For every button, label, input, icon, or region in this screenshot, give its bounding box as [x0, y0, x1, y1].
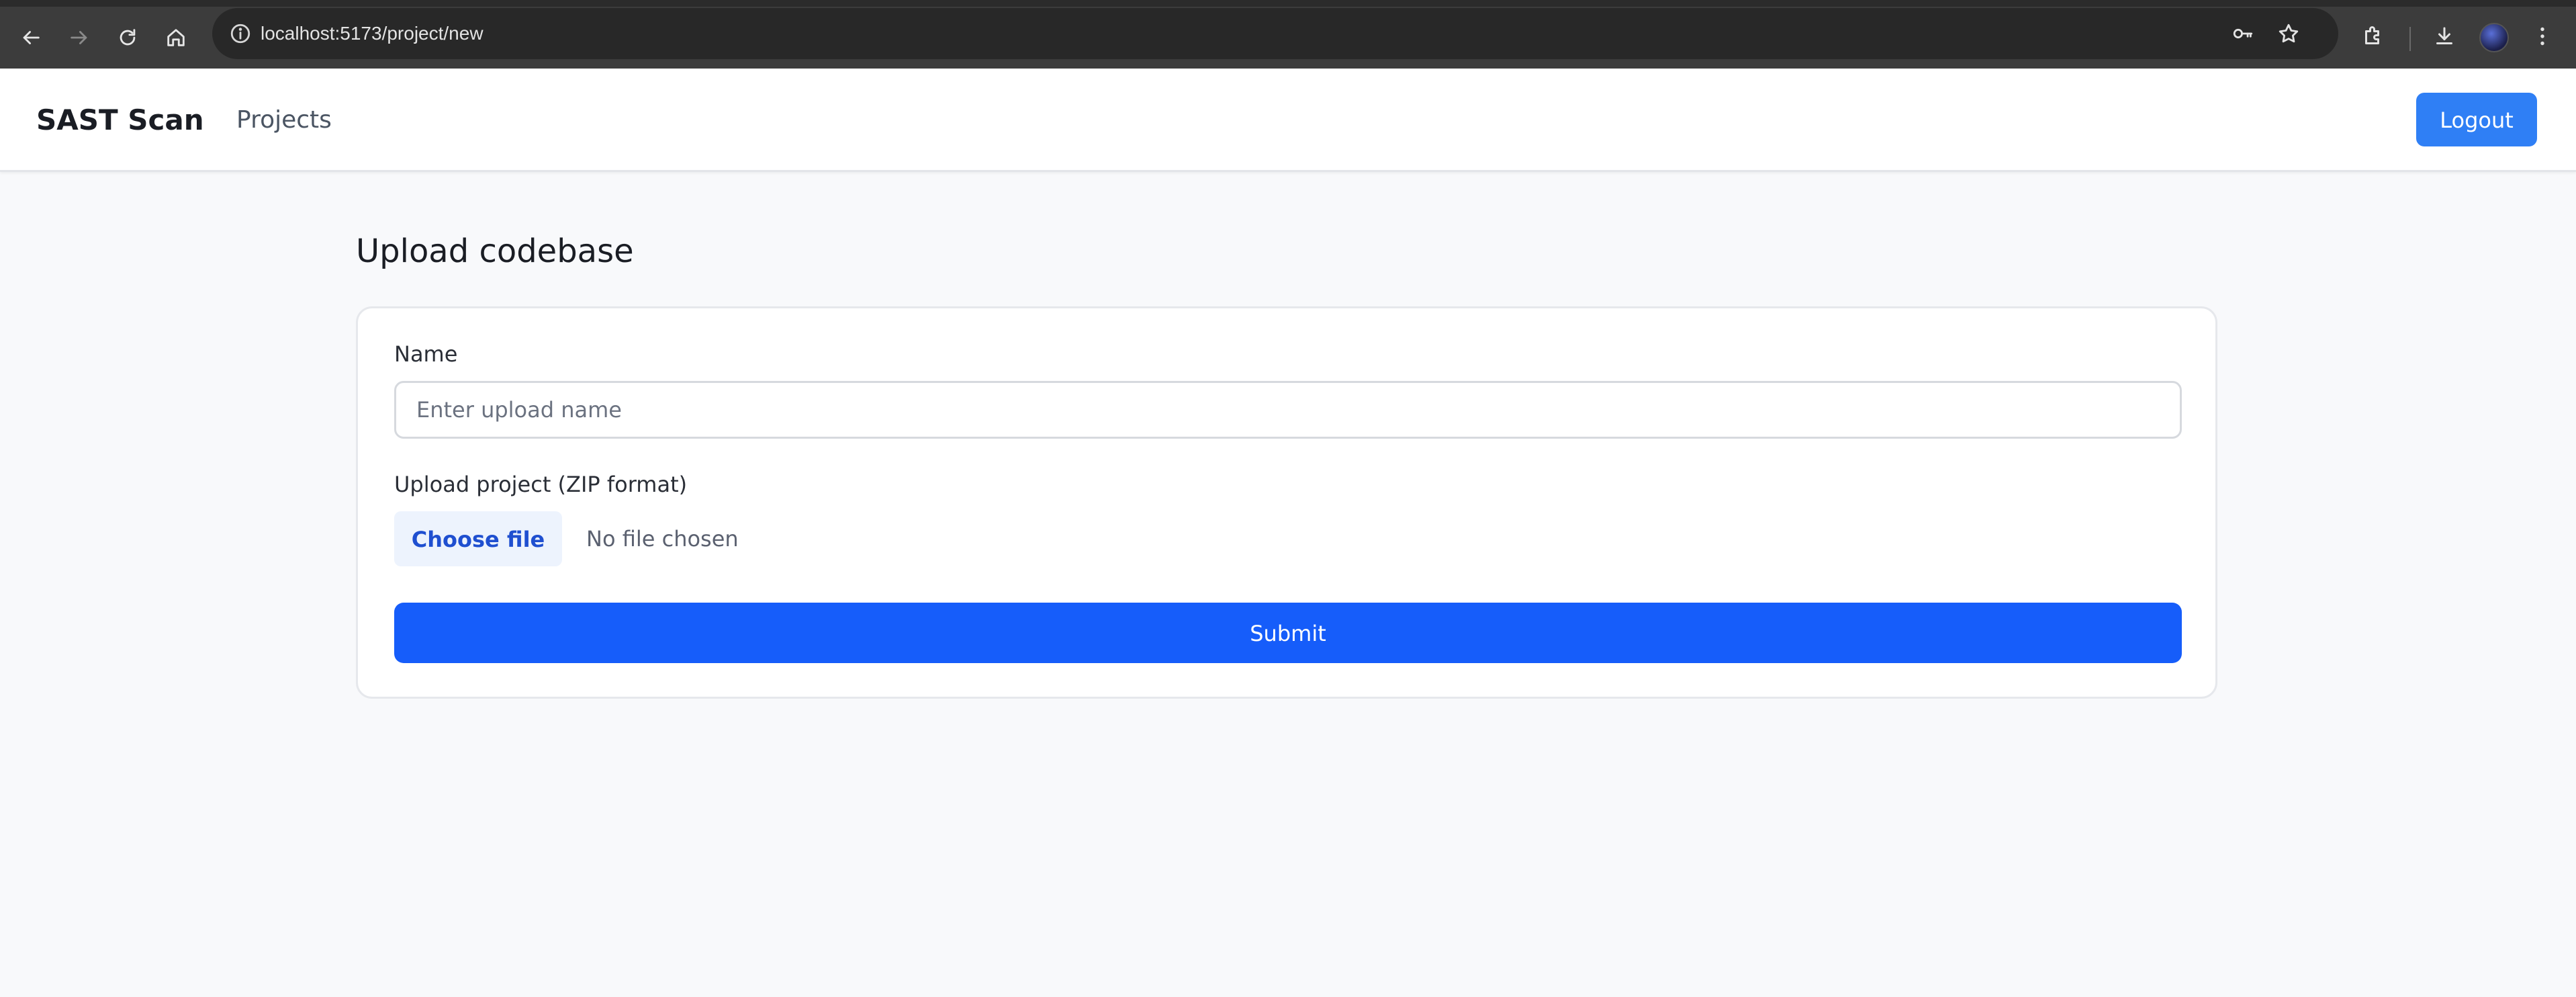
upload-name-input[interactable] — [394, 381, 2182, 439]
toolbar-divider — [2409, 27, 2411, 51]
upload-label: Upload project (ZIP format) — [394, 472, 688, 497]
address-bar[interactable]: localhost:5173/project/new — [212, 8, 2338, 59]
back-arrow-icon[interactable] — [9, 16, 52, 59]
reload-icon[interactable] — [106, 16, 149, 59]
key-icon[interactable] — [2225, 16, 2260, 51]
star-icon[interactable] — [2271, 16, 2306, 51]
download-icon[interactable] — [2424, 16, 2465, 56]
profile-avatar[interactable] — [2479, 23, 2509, 52]
logout-button[interactable]: Logout — [2416, 93, 2537, 146]
puzzle-icon[interactable] — [2353, 16, 2393, 56]
page-title: Upload codebase — [356, 232, 634, 270]
brand-logo[interactable]: SAST Scan — [36, 69, 204, 172]
browser-toolbar: localhost:5173/project/new — [0, 0, 2576, 69]
upload-form-card: Name Upload project (ZIP format) Choose … — [356, 306, 2217, 699]
info-icon[interactable] — [224, 17, 257, 50]
home-icon[interactable] — [154, 16, 197, 59]
nav-link-projects[interactable]: Projects — [236, 69, 332, 172]
submit-button[interactable]: Submit — [394, 603, 2182, 663]
file-status-text: No file chosen — [586, 526, 739, 552]
choose-file-button[interactable]: Choose file — [394, 511, 562, 566]
kebab-menu-icon[interactable] — [2522, 16, 2563, 56]
url-text[interactable]: localhost:5173/project/new — [261, 8, 484, 59]
forward-arrow-icon[interactable] — [58, 16, 101, 59]
name-label: Name — [394, 341, 458, 367]
app-header: SAST Scan Projects Logout — [0, 69, 2576, 172]
